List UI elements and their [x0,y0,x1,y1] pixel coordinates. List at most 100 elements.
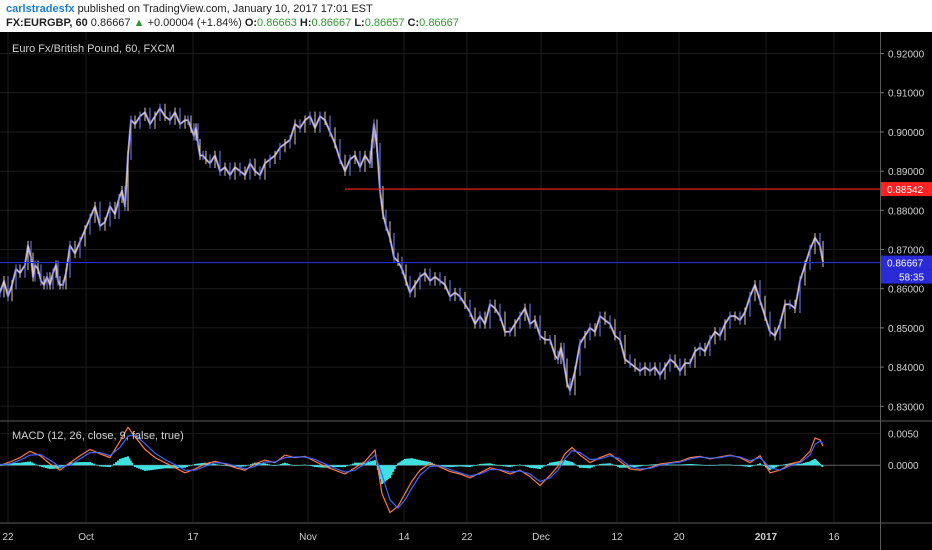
macd-histogram-bar [491,463,493,466]
macd-histogram-bar [29,461,31,466]
macd-histogram-bar [717,464,719,466]
macd-histogram-bar [314,465,316,468]
macd-histogram-bar [503,465,505,467]
time-tick-label: Dec [532,532,550,543]
macd-histogram-bar [356,462,358,466]
macd-histogram-bar [214,463,216,466]
macd-histogram-bar [649,464,651,466]
macd-histogram-bar [635,465,637,467]
macd-histogram-bar [248,464,250,466]
macd-histogram-bar [589,465,591,469]
published-text: published on TradingView.com, January 10… [77,3,373,15]
macd-histogram-bar [535,465,537,469]
time-tick-label: 22 [2,532,14,543]
macd-histogram-bar [723,464,725,466]
macd-histogram-bar [601,463,603,466]
time-tick-label: 17 [187,532,199,543]
macd-histogram-bar [701,464,703,466]
high-label: H: [299,17,312,29]
macd-histogram-bar [31,462,33,466]
macd-title: MACD (12, 26, close, 9, false, true) [12,430,184,442]
macd-histogram-bar [703,465,705,466]
price-tick-label: 0.92000 [888,50,925,61]
author-link[interactable]: carlstradesfx [6,3,75,15]
macd-histogram-bar [334,465,336,468]
macd-histogram-bar [699,464,701,466]
macd-histogram-bar [785,464,787,466]
macd-histogram-bar [294,465,296,466]
macd-histogram-bar [374,460,376,466]
macd-histogram-bar [218,464,220,466]
macd-histogram-bar [81,462,83,466]
price-tick-label: 0.91000 [888,89,925,100]
macd-histogram-bar [352,463,354,466]
macd-histogram-bar [545,465,547,466]
macd-histogram-bar [270,464,272,466]
time-tick-label: 14 [398,532,410,543]
macd-histogram-bar [372,460,374,466]
macd-histogram-bar [493,464,495,466]
macd-histogram-bar [755,464,757,466]
macd-histogram-bar [753,465,755,466]
macd-histogram-bar [465,465,467,467]
macd-histogram-bar [615,465,617,466]
macd-histogram-bar [521,465,523,466]
macd-histogram-bar [111,465,113,466]
macd-histogram-bar [715,465,717,466]
macd-histogram-bar [340,465,342,468]
macd-histogram-bar [453,465,455,467]
macd-histogram-bar [37,465,39,466]
close-label: C: [407,17,420,29]
macd-histogram-bar [743,465,745,467]
macd-histogram-bar [302,464,304,466]
macd-histogram-bar [641,465,643,467]
publish-line: carlstradesfx published on TradingView.c… [6,3,373,15]
macd-histogram-bar [605,463,607,466]
macd-histogram-bar [643,465,645,466]
price-tick-label: 0.88000 [888,206,925,217]
macd-histogram-bar [421,460,423,466]
macd-histogram-bar [485,463,487,466]
macd-histogram-bar [515,465,517,466]
macd-histogram-bar [479,463,481,466]
macd-histogram-bar [759,463,761,466]
macd-histogram-bar [763,465,765,467]
macd-histogram-bar [23,462,25,466]
macd-histogram-bar [41,465,43,467]
macd-histogram-bar [445,465,447,467]
macd-histogram-bar [216,464,218,466]
macd-histogram-bar [196,463,198,466]
macd-histogram-bar [250,464,252,466]
time-tick-label: 12 [611,532,623,543]
macd-histogram-bar [79,462,81,466]
macd-histogram-bar [198,463,200,466]
macd-histogram-bar [609,463,611,466]
price-tick-label: 0.85000 [888,324,925,335]
macd-histogram-bar [527,465,529,468]
time-tick-label: 2017 [755,532,778,543]
macd-histogram-bar [761,464,763,466]
price-chart[interactable]: 0.88542 0.86667 58:35 0.92000 0.91000 0.9000… [0,32,932,550]
macd-histogram-bar [150,465,152,471]
macd-histogram-bar [529,465,531,468]
macd-histogram-bar [533,465,535,469]
macd-histogram-bar [354,462,356,466]
macd-histogram-bar [781,464,783,466]
macd-histogram-bar [290,464,292,466]
macd-histogram-bar [49,465,51,469]
time-tick-label: Nov [299,532,317,543]
macd-histogram-bar [541,465,543,468]
macd-histogram-bar [737,465,739,466]
macd-histogram-bar [735,465,737,466]
macd-histogram-bar [154,465,156,470]
macd-histogram-bar [574,464,577,466]
macd-histogram-bar [419,460,421,466]
macd-histogram-bar [194,463,196,466]
macd-histogram-bar [284,462,286,466]
main-chart-title: Euro Fx/British Pound, 60, FXCM [12,43,175,55]
macd-histogram-bar [109,465,111,468]
low-label: L: [354,17,365,29]
macd-histogram-bar [278,464,280,466]
macd-histogram-bar [689,463,691,466]
macd-histogram-bar [91,462,93,466]
